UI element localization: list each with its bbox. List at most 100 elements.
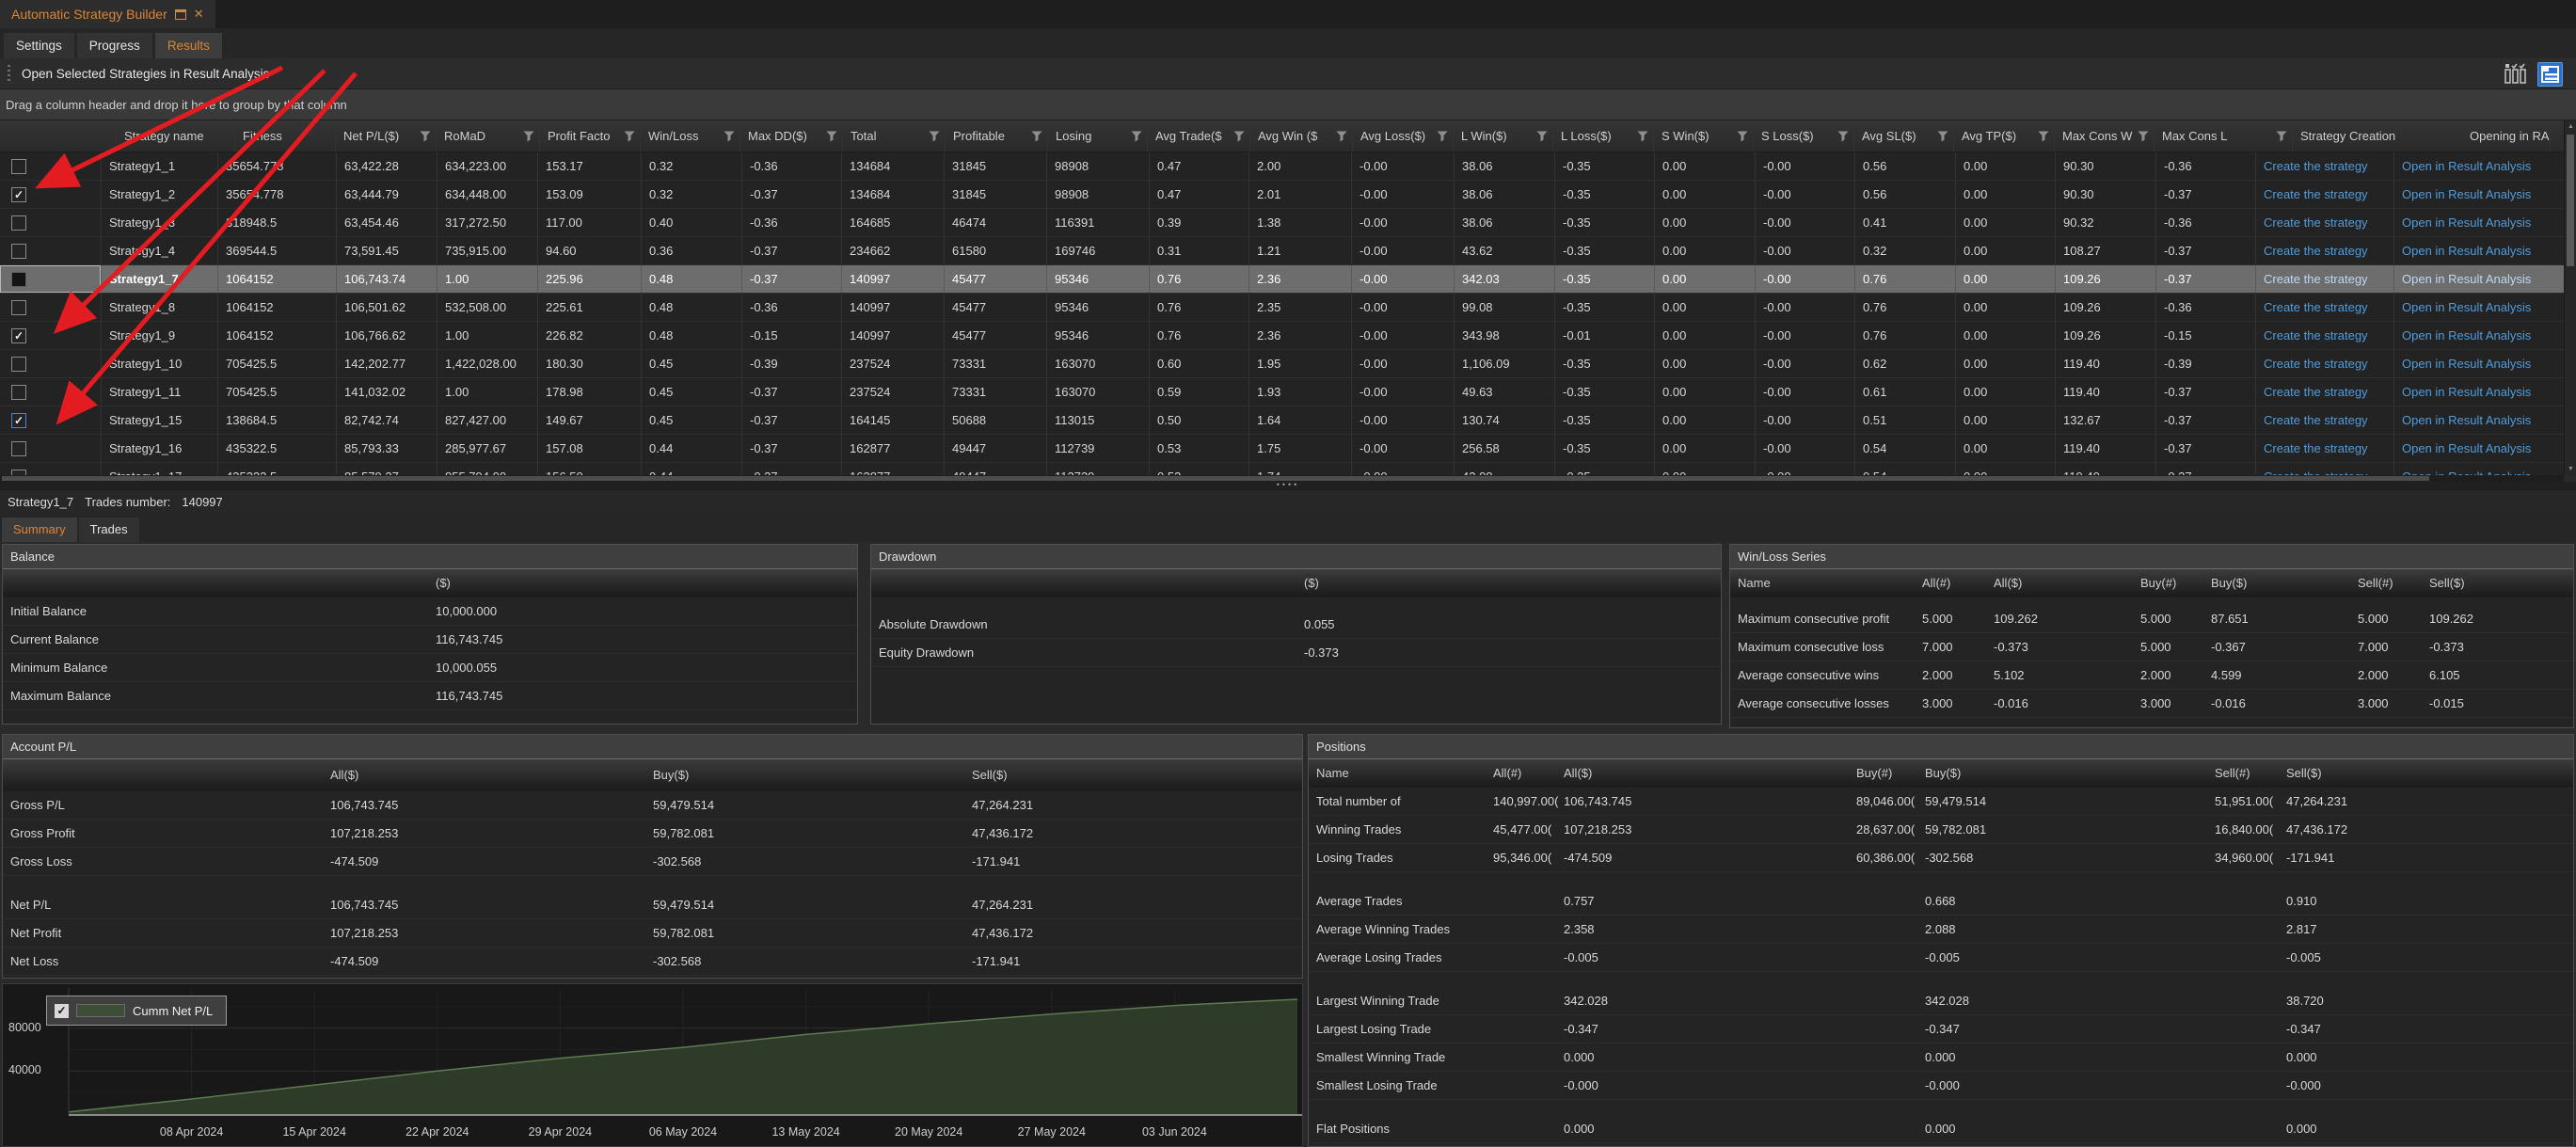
- column-header[interactable]: RoMaD: [437, 120, 540, 151]
- filter-icon[interactable]: [1937, 131, 1948, 142]
- filter-icon[interactable]: [1637, 131, 1648, 142]
- column-header[interactable]: Opening in RA: [2462, 120, 2551, 151]
- open-in-result-analysis-link[interactable]: Open in Result Analysis: [2394, 209, 2564, 236]
- filter-icon[interactable]: [1336, 131, 1347, 142]
- table-row[interactable]: ✓ Strategy1_10 705425.5 142,202.77 1,422…: [0, 350, 2564, 378]
- column-header[interactable]: Profitable: [946, 120, 1048, 151]
- result-view-icon[interactable]: [2537, 62, 2563, 87]
- row-checkbox[interactable]: ✓: [11, 413, 26, 428]
- column-header[interactable]: S Loss($): [1754, 120, 1854, 151]
- row-select-cell[interactable]: ✓: [0, 237, 102, 264]
- legend-checkbox[interactable]: ✓: [55, 1004, 69, 1018]
- filter-icon[interactable]: [1131, 131, 1142, 142]
- row-checkbox[interactable]: ✓: [11, 244, 26, 259]
- open-in-result-analysis-link[interactable]: Open in Result Analysis: [2394, 350, 2564, 377]
- create-strategy-link[interactable]: Create the strategy: [2256, 265, 2394, 293]
- row-checkbox[interactable]: ✓: [11, 272, 26, 287]
- create-strategy-link[interactable]: Create the strategy: [2256, 435, 2394, 462]
- row-select-cell[interactable]: ✓: [0, 406, 102, 434]
- column-header[interactable]: Max Cons W: [2055, 120, 2155, 151]
- window-tab[interactable]: Automatic Strategy Builder ✕: [0, 0, 215, 28]
- scroll-up-icon[interactable]: ▲: [2565, 120, 2576, 133]
- detail-tab[interactable]: Trades: [79, 518, 139, 542]
- table-row[interactable]: ✓ Strategy1_15 138684.5 82,742.74 827,42…: [0, 406, 2564, 435]
- row-select-cell[interactable]: ✓: [0, 209, 102, 236]
- row-checkbox[interactable]: ✓: [11, 159, 26, 174]
- filter-icon[interactable]: [1233, 131, 1245, 142]
- table-row[interactable]: ✓ Strategy1_9 1064152 106,766.62 1.00 22…: [0, 322, 2564, 350]
- table-row[interactable]: ✓ Strategy1_1 35654.778 63,422.28 634,22…: [0, 152, 2564, 181]
- filter-icon[interactable]: [2138, 131, 2149, 142]
- open-in-result-analysis-link[interactable]: Open in Result Analysis: [2394, 265, 2564, 293]
- filter-icon[interactable]: [1737, 131, 1748, 142]
- row-select-cell[interactable]: ✓: [0, 463, 102, 475]
- create-strategy-link[interactable]: Create the strategy: [2256, 294, 2394, 321]
- doc-tab[interactable]: Settings: [4, 33, 74, 58]
- chart-legend[interactable]: ✓ Cumm Net P/L: [46, 996, 227, 1026]
- row-checkbox[interactable]: ✓: [11, 215, 26, 231]
- scroll-down-icon[interactable]: ▼: [2565, 463, 2576, 475]
- column-header[interactable]: Avg TP($): [1954, 120, 2055, 151]
- grid-vertical-scrollbar[interactable]: ▲ ▼: [2564, 120, 2576, 475]
- column-header[interactable]: Max Cons L: [2155, 120, 2293, 151]
- column-header[interactable]: Fitness: [235, 120, 336, 151]
- column-header[interactable]: Net P/L($): [336, 120, 437, 151]
- open-in-result-analysis-link[interactable]: Open in Result Analysis: [2394, 378, 2564, 406]
- column-header[interactable]: Strategy Creation: [2293, 120, 2462, 151]
- splitter-handle[interactable]: ••••: [0, 482, 2576, 490]
- column-header[interactable]: Avg Loss($): [1353, 120, 1454, 151]
- create-strategy-link[interactable]: Create the strategy: [2256, 152, 2394, 180]
- row-select-cell[interactable]: ✓: [0, 435, 102, 462]
- open-selected-strategies-button[interactable]: Open Selected Strategies in Result Analy…: [22, 67, 269, 81]
- column-header[interactable]: [0, 120, 117, 151]
- row-select-cell[interactable]: ✓: [0, 265, 102, 293]
- table-row[interactable]: ✓ Strategy1_4 369544.5 73,591.45 735,915…: [0, 237, 2564, 265]
- create-strategy-link[interactable]: Create the strategy: [2256, 406, 2394, 434]
- row-select-cell[interactable]: ✓: [0, 181, 102, 208]
- scrollbar-thumb[interactable]: [2567, 135, 2574, 266]
- open-in-result-analysis-link[interactable]: Open in Result Analysis: [2394, 322, 2564, 349]
- filter-icon[interactable]: [2038, 131, 2049, 142]
- table-row[interactable]: ✓ Strategy1_2 35654.778 63,444.79 634,44…: [0, 181, 2564, 209]
- create-strategy-link[interactable]: Create the strategy: [2256, 378, 2394, 406]
- doc-tab[interactable]: Progress: [77, 33, 152, 58]
- table-row[interactable]: ✓ Strategy1_16 435322.5 85,793.33 285,97…: [0, 435, 2564, 463]
- open-in-result-analysis-link[interactable]: Open in Result Analysis: [2394, 237, 2564, 264]
- filter-icon[interactable]: [523, 131, 534, 142]
- filter-icon[interactable]: [1031, 131, 1042, 142]
- filter-icon[interactable]: [1437, 131, 1448, 142]
- column-header[interactable]: Total: [843, 120, 946, 151]
- filter-icon[interactable]: [624, 131, 635, 142]
- row-select-cell[interactable]: ✓: [0, 294, 102, 321]
- filter-icon[interactable]: [724, 131, 735, 142]
- row-checkbox[interactable]: ✓: [11, 357, 26, 372]
- row-checkbox[interactable]: ✓: [11, 328, 26, 343]
- open-in-result-analysis-link[interactable]: Open in Result Analysis: [2394, 152, 2564, 180]
- column-header[interactable]: Losing: [1048, 120, 1148, 151]
- column-header[interactable]: Profit Facto: [540, 120, 641, 151]
- filter-icon[interactable]: [826, 131, 837, 142]
- create-strategy-link[interactable]: Create the strategy: [2256, 209, 2394, 236]
- table-row[interactable]: ✓ Strategy1_11 705425.5 141,032.02 1.00 …: [0, 378, 2564, 406]
- scrollbar-thumb[interactable]: [2, 476, 2429, 481]
- open-in-result-analysis-link[interactable]: Open in Result Analysis: [2394, 463, 2564, 475]
- table-row[interactable]: ✓ Strategy1_3 318948.5 63,454.46 317,272…: [0, 209, 2564, 237]
- column-header[interactable]: Strategy name: [117, 120, 235, 151]
- column-header[interactable]: Max DD($): [740, 120, 843, 151]
- create-strategy-link[interactable]: Create the strategy: [2256, 463, 2394, 475]
- column-header[interactable]: S Win($): [1654, 120, 1754, 151]
- create-strategy-link[interactable]: Create the strategy: [2256, 181, 2394, 208]
- row-checkbox[interactable]: ✓: [11, 300, 26, 315]
- open-in-result-analysis-link[interactable]: Open in Result Analysis: [2394, 181, 2564, 208]
- filter-icon[interactable]: [2276, 131, 2287, 142]
- table-row[interactable]: ✓ Strategy1_8 1064152 106,501.62 532,508…: [0, 294, 2564, 322]
- row-checkbox[interactable]: ✓: [11, 385, 26, 400]
- filter-icon[interactable]: [929, 131, 940, 142]
- row-select-cell[interactable]: ✓: [0, 350, 102, 377]
- column-header[interactable]: Avg SL($): [1854, 120, 1954, 151]
- create-strategy-link[interactable]: Create the strategy: [2256, 237, 2394, 264]
- open-in-result-analysis-link[interactable]: Open in Result Analysis: [2394, 294, 2564, 321]
- filter-icon[interactable]: [1837, 131, 1849, 142]
- open-in-result-analysis-link[interactable]: Open in Result Analysis: [2394, 406, 2564, 434]
- column-header[interactable]: Avg Win ($: [1250, 120, 1353, 151]
